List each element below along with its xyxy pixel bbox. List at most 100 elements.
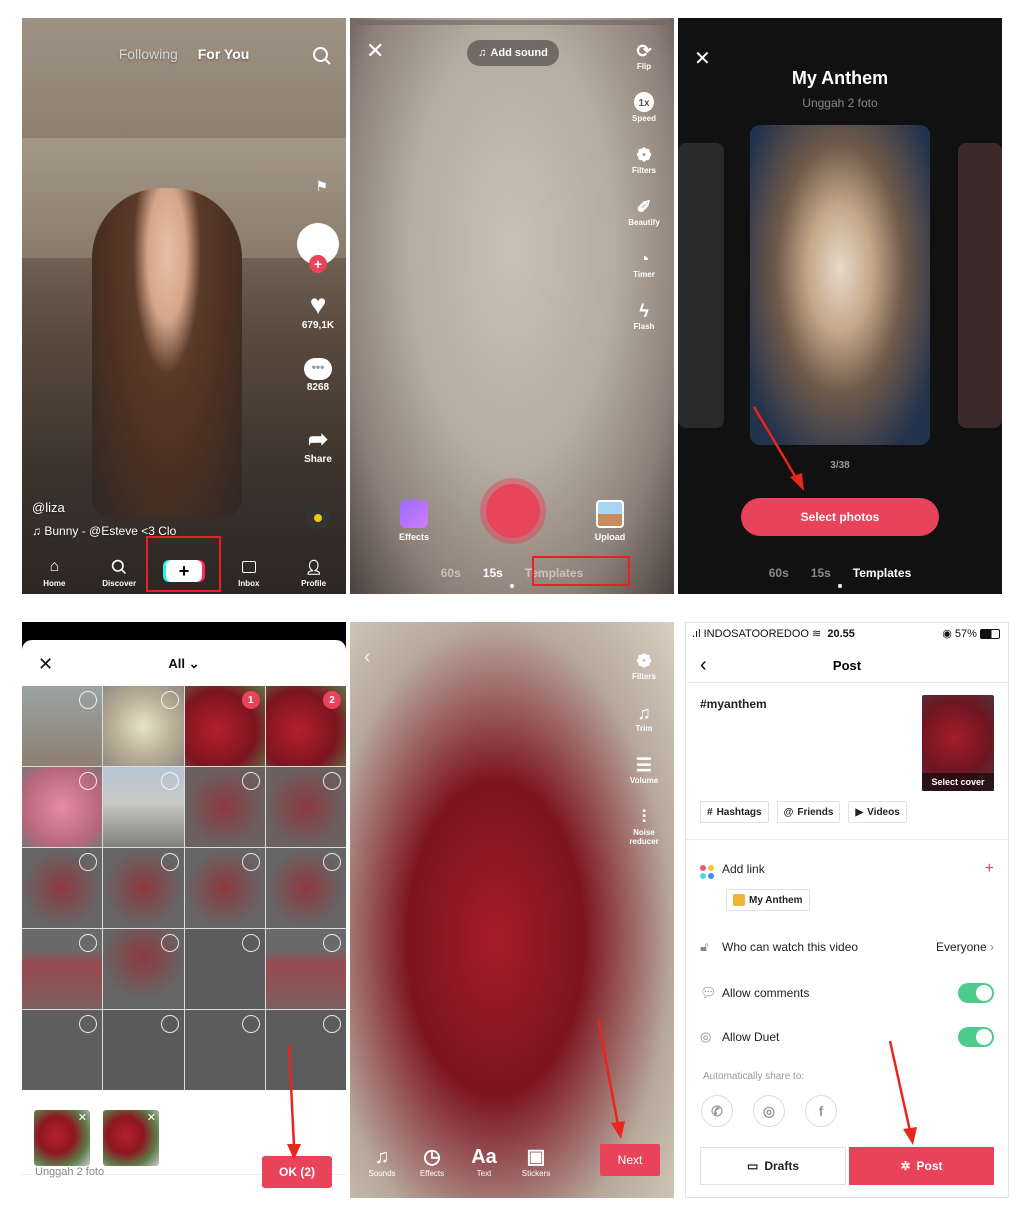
search-icon[interactable]	[312, 46, 332, 71]
photo-cell[interactable]	[103, 1010, 184, 1090]
back-icon[interactable]: ‹	[364, 646, 371, 669]
hashtags-chip[interactable]: # Hashtags	[700, 801, 769, 823]
upload-button[interactable]: Upload	[592, 500, 628, 542]
album-selector[interactable]: All ⌄	[22, 656, 346, 672]
tab-for-you[interactable]: For You	[198, 46, 250, 62]
next-button[interactable]: Next	[600, 1144, 660, 1176]
tool-speed[interactable]: 1x Speed	[622, 92, 666, 123]
select-circle[interactable]	[241, 853, 260, 871]
photo-cell[interactable]	[22, 767, 103, 847]
select-circle[interactable]	[323, 853, 341, 871]
creator-avatar[interactable]: +	[296, 223, 340, 273]
nav-discover[interactable]: Discover	[94, 557, 144, 588]
photo-cell[interactable]	[265, 767, 346, 847]
tool-effects[interactable]: ◷ Effects	[410, 1145, 454, 1178]
back-icon[interactable]: ‹	[700, 654, 707, 677]
drafts-button[interactable]: ▭ Drafts	[700, 1147, 846, 1185]
select-circle[interactable]	[241, 772, 260, 790]
mode-60s[interactable]: 60s	[441, 566, 461, 580]
video-username[interactable]: @liza	[32, 500, 65, 515]
selection-number[interactable]: 1	[241, 691, 260, 709]
tool-flip[interactable]: ⟳ Flip	[622, 40, 666, 71]
videos-chip[interactable]: ▶ Videos	[848, 801, 907, 823]
mode-15s[interactable]: 15s	[811, 566, 831, 580]
mode-templates[interactable]: Templates	[853, 566, 911, 580]
tool-timer[interactable]: ◔ Timer	[622, 248, 666, 279]
like-button[interactable]: ♥ 679,1K	[296, 290, 340, 332]
nav-inbox[interactable]: Inbox	[224, 557, 274, 588]
share-button[interactable]: ➦ Share	[296, 426, 340, 465]
tool-text[interactable]: Aa Text	[462, 1145, 506, 1178]
template-card-next[interactable]	[958, 143, 1002, 428]
cover-thumbnail[interactable]: Select cover	[922, 695, 994, 791]
photo-cell[interactable]	[103, 686, 184, 766]
photo-cell[interactable]	[103, 767, 184, 847]
select-circle[interactable]	[241, 934, 260, 952]
select-circle[interactable]	[160, 934, 179, 952]
caption-input[interactable]: #myanthem	[700, 697, 767, 711]
select-circle[interactable]	[79, 691, 98, 709]
comment-button[interactable]: ••• 8268	[296, 358, 340, 393]
mode-60s[interactable]: 60s	[769, 566, 789, 580]
select-circle[interactable]	[79, 853, 98, 871]
photo-cell[interactable]	[265, 1010, 346, 1090]
photo-cell[interactable]	[184, 767, 265, 847]
photo-cell[interactable]: 2	[265, 686, 346, 766]
tool-volume[interactable]: ☰ Volume	[622, 754, 666, 785]
tool-filters[interactable]: ❁ Filters	[622, 144, 666, 175]
nav-home[interactable]: ⌂ Home	[29, 557, 79, 588]
photo-cell[interactable]	[22, 848, 103, 928]
privacy-row[interactable]: 🔓︎ Who can watch this video Everyone ›	[700, 939, 994, 955]
mode-15s[interactable]: 15s	[483, 566, 503, 580]
photo-cell[interactable]	[22, 1010, 103, 1090]
photo-cell[interactable]	[103, 848, 184, 928]
tool-trim[interactable]: ♫ Trim	[622, 702, 666, 733]
instagram-icon[interactable]: ◎	[753, 1095, 785, 1127]
record-button[interactable]	[480, 478, 546, 544]
select-circle[interactable]	[160, 1015, 179, 1033]
photo-cell[interactable]	[103, 929, 184, 1009]
select-circle[interactable]	[323, 934, 341, 952]
select-circle[interactable]	[79, 772, 98, 790]
photo-cell[interactable]	[22, 929, 103, 1009]
select-circle[interactable]	[160, 772, 179, 790]
photo-cell[interactable]	[184, 1010, 265, 1090]
sound-disc-icon[interactable]	[306, 506, 330, 530]
friends-chip[interactable]: @ Friends	[776, 801, 841, 823]
flag-icon[interactable]: ⚑	[315, 178, 328, 195]
select-cover-label[interactable]: Select cover	[922, 773, 994, 791]
facebook-icon[interactable]: f	[805, 1095, 837, 1127]
link-chip[interactable]: My Anthem	[726, 889, 810, 911]
photo-cell[interactable]	[22, 686, 103, 766]
remove-icon[interactable]: ✕	[78, 1111, 87, 1124]
follow-plus-icon[interactable]: +	[309, 255, 327, 273]
allow-comments-toggle[interactable]	[958, 983, 994, 1003]
select-photos-button[interactable]: Select photos	[741, 498, 939, 536]
template-card-current[interactable]	[750, 125, 930, 445]
photo-cell[interactable]	[184, 848, 265, 928]
selected-thumbnail[interactable]: ✕	[103, 1110, 159, 1166]
photo-cell[interactable]	[265, 848, 346, 928]
select-circle[interactable]	[160, 853, 179, 871]
tool-sounds[interactable]: ♫ Sounds	[360, 1145, 404, 1178]
tool-stickers[interactable]: ▣ Stickers	[514, 1145, 558, 1178]
effects-button[interactable]: Effects	[398, 500, 430, 542]
tool-beautify[interactable]: ✐ Beautify	[622, 196, 666, 227]
post-button[interactable]: ✲ Post	[849, 1147, 994, 1185]
allow-duet-toggle[interactable]	[958, 1027, 994, 1047]
photo-cell[interactable]	[265, 929, 346, 1009]
select-circle[interactable]	[323, 1015, 341, 1033]
tab-following[interactable]: Following	[119, 46, 178, 62]
template-card-prev[interactable]	[678, 143, 724, 428]
selection-number[interactable]: 2	[323, 691, 341, 709]
add-link-row[interactable]: Add link +	[700, 859, 994, 879]
add-icon[interactable]: +	[985, 860, 994, 878]
add-sound-button[interactable]: ♫ Add sound	[467, 40, 559, 66]
select-circle[interactable]	[79, 934, 98, 952]
photo-cell[interactable]: 1	[184, 686, 265, 766]
selected-thumbnail[interactable]: ✕	[34, 1110, 90, 1166]
select-circle[interactable]	[79, 1015, 98, 1033]
photo-cell[interactable]	[184, 929, 265, 1009]
whatsapp-icon[interactable]: ✆	[701, 1095, 733, 1127]
close-icon[interactable]: ✕	[366, 40, 384, 62]
